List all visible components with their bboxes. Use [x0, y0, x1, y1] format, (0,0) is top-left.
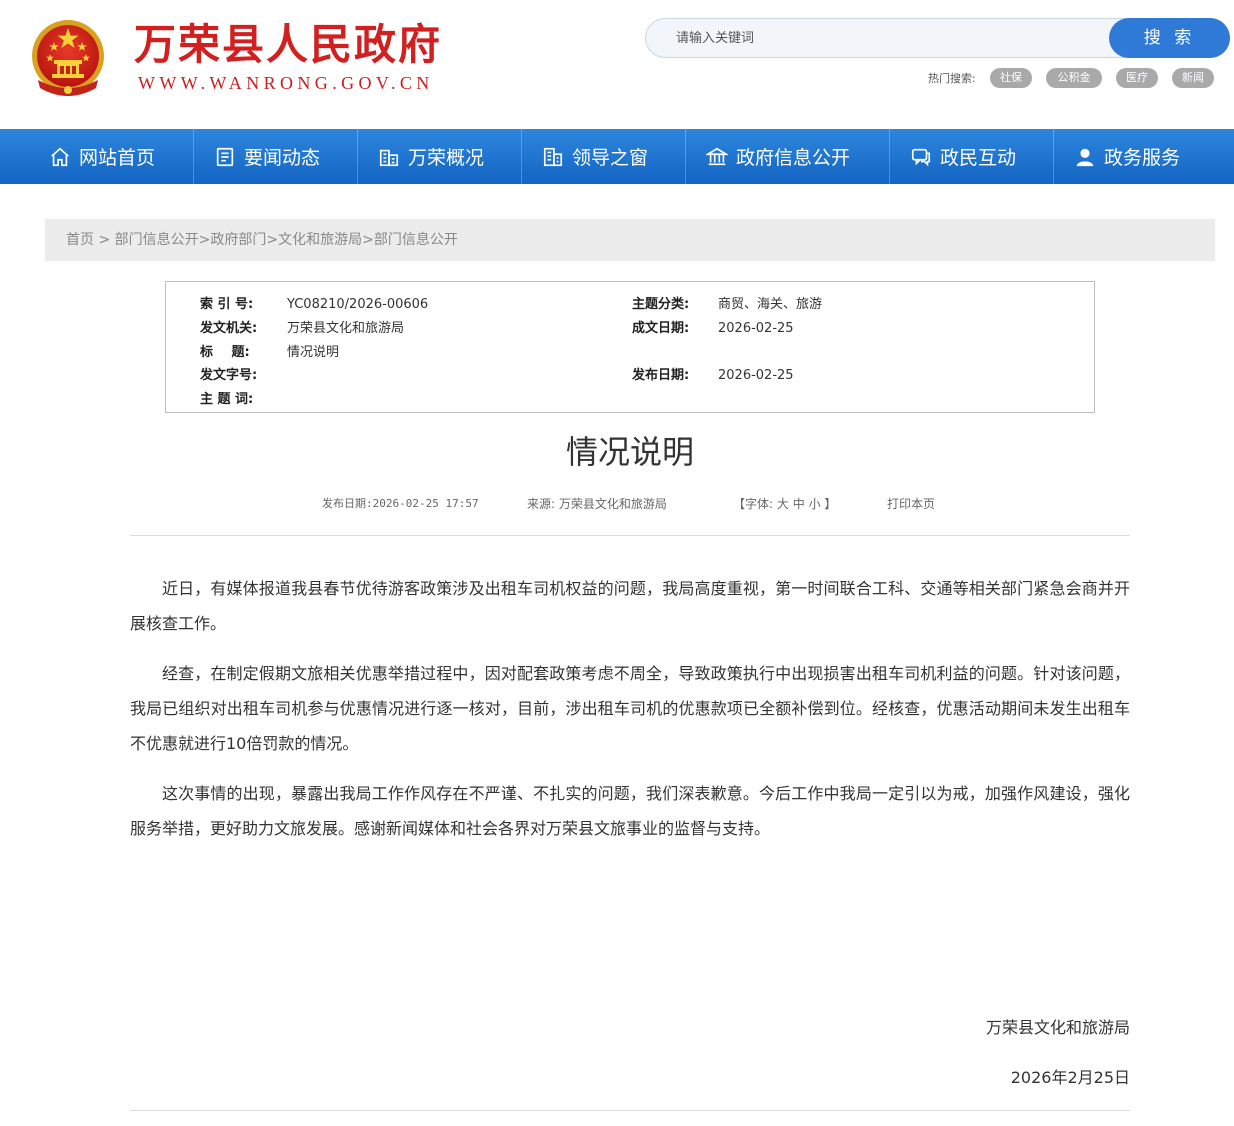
signature-organization: 万荣县文化和旅游局	[985, 1018, 1130, 1037]
breadcrumb-gov-depts[interactable]: 政府部门	[210, 232, 266, 248]
article-paragraph: 经查，在制定假期文旅相关优惠举措过程中，因对配套政策考虑不周全，导致政策执行中出…	[130, 664, 1130, 753]
info-key: 标 题:	[200, 345, 250, 360]
info-value: 2026-02-25	[718, 321, 794, 336]
breadcrumb-home[interactable]: 首页	[66, 232, 94, 248]
site-header: 万荣县人民政府 WWW.WANRONG.GOV.CN 搜 索 热门搜索: 社保 …	[0, 0, 1234, 129]
breadcrumb-separator: >	[362, 232, 374, 248]
article-publish-date: 发布日期:2026-02-25 17:57	[322, 497, 479, 510]
search-button[interactable]: 搜 索	[1109, 18, 1230, 58]
hot-tag-housing-fund[interactable]: 公积金	[1046, 68, 1102, 88]
nav-divider	[889, 129, 890, 184]
nav-item-home[interactable]: 网站首页	[49, 129, 155, 184]
news-icon	[216, 147, 234, 166]
hot-tag-medical[interactable]: 医疗	[1116, 68, 1158, 88]
hot-tag-social-security[interactable]: 社保	[990, 68, 1032, 88]
nav-item-label: 要闻动态	[244, 147, 321, 169]
breadcrumb-separator: >	[266, 232, 279, 248]
article-divider-bottom	[130, 1110, 1130, 1111]
breadcrumb-current[interactable]: 部门信息公开	[374, 232, 458, 248]
signature-date: 2026年2月25日	[1010, 1068, 1130, 1087]
chat-icon	[911, 148, 931, 166]
nav-divider	[685, 129, 686, 184]
info-row-topic: 主题分类: 商贸、海关、旅游	[632, 295, 1052, 315]
nav-item-leaders[interactable]: 领导之窗	[542, 129, 648, 184]
nav-item-gov-info[interactable]: 政府信息公开	[706, 129, 850, 184]
bank-icon	[706, 147, 728, 165]
info-key: 索 引 号:	[200, 297, 254, 312]
building-icon	[379, 149, 399, 166]
search-input[interactable]	[676, 25, 1096, 51]
breadcrumb-dept-info[interactable]: 部门信息公开	[115, 232, 199, 248]
hot-search-label: 热门搜索:	[928, 72, 976, 85]
info-value: YC08210/2026-00606	[287, 297, 429, 312]
info-key: 成文日期:	[632, 321, 690, 336]
font-size-label: 【字体:	[733, 497, 774, 511]
nav-divider	[357, 129, 358, 184]
article-source: 来源: 万荣县文化和旅游局	[527, 497, 667, 511]
font-size-controls: 【字体: 大 中 小 】	[733, 494, 836, 514]
info-key: 主 题 词:	[200, 392, 254, 407]
site-domain: WWW.WANRONG.GOV.CN	[138, 73, 434, 93]
breadcrumb: 首页 > 部门信息公开>政府部门>文化和旅游局>部门信息公开	[45, 219, 1215, 261]
nav-divider	[1053, 129, 1054, 184]
info-row-publish-date: 发布日期: 2026-02-25	[632, 366, 1052, 386]
breadcrumb-separator: >	[198, 232, 211, 248]
national-emblem-icon[interactable]	[30, 18, 106, 100]
font-size-medium[interactable]: 中	[793, 497, 805, 511]
article-paragraph: 近日，有媒体报道我县春节优待游客政策涉及出租车司机权益的问题，我局高度重视，第一…	[130, 579, 1130, 633]
site-title[interactable]: 万荣县人民政府	[134, 20, 442, 70]
article-paragraph: 这次事情的出现，暴露出我局工作作风存在不严谨、不扎实的问题，我们深表歉意。今后工…	[130, 784, 1130, 838]
info-row-keywords: 主 题 词:	[200, 390, 620, 410]
font-size-large[interactable]: 大	[777, 497, 789, 511]
nav-item-label: 政民互动	[940, 147, 1017, 169]
nav-item-label: 万荣概况	[408, 147, 485, 169]
info-row-index: 索 引 号: YC08210/2026-00606	[200, 295, 620, 315]
nav-item-label: 政府信息公开	[736, 147, 851, 169]
nav-item-label: 领导之窗	[572, 147, 649, 169]
article-divider-top	[130, 535, 1130, 536]
info-value: 2026-02-25	[718, 368, 794, 383]
info-value: 万荣县文化和旅游局	[287, 321, 405, 336]
info-key: 发文字号:	[200, 368, 258, 383]
info-value: 商贸、海关、旅游	[718, 297, 823, 312]
info-row-doc-number: 发文字号:	[200, 366, 620, 386]
font-size-bracket: 】	[824, 497, 837, 511]
nav-divider	[193, 129, 194, 184]
info-row-issuer: 发文机关: 万荣县文化和旅游局	[200, 319, 620, 339]
nav-divider	[521, 129, 522, 184]
font-size-small[interactable]: 小	[809, 497, 821, 511]
print-page-link[interactable]: 打印本页	[887, 494, 935, 514]
main-nav: 网站首页 要闻动态 万荣概况 领导之窗 政府信息公开 政民互动 政务服务	[0, 129, 1234, 184]
document-info-table: 索 引 号: YC08210/2026-00606 主题分类: 商贸、海关、旅游…	[165, 281, 1095, 413]
user-icon	[1076, 148, 1094, 166]
nav-item-interaction[interactable]: 政民互动	[910, 129, 1016, 184]
office-icon	[543, 147, 563, 166]
home-icon	[51, 147, 69, 166]
info-value: 情况说明	[287, 345, 340, 360]
breadcrumb-culture-tourism[interactable]: 文化和旅游局	[278, 232, 362, 248]
search-box: 搜 索	[645, 18, 1230, 58]
nav-item-overview[interactable]: 万荣概况	[378, 129, 484, 184]
nav-item-label: 网站首页	[79, 147, 156, 169]
hot-tag-news[interactable]: 新闻	[1172, 68, 1214, 88]
info-key: 发布日期:	[632, 368, 690, 383]
breadcrumb-separator: >	[94, 232, 115, 248]
nav-item-services[interactable]: 政务服务	[1074, 129, 1180, 184]
nav-item-news[interactable]: 要闻动态	[214, 129, 320, 184]
info-row-written-date: 成文日期: 2026-02-25	[632, 319, 1052, 339]
article-title: 情况说明	[565, 433, 694, 471]
info-key: 主题分类:	[632, 297, 690, 312]
info-row-title: 标 题: 情况说明	[200, 343, 620, 363]
nav-item-label: 政务服务	[1104, 147, 1181, 169]
info-key: 发文机关:	[200, 321, 258, 336]
